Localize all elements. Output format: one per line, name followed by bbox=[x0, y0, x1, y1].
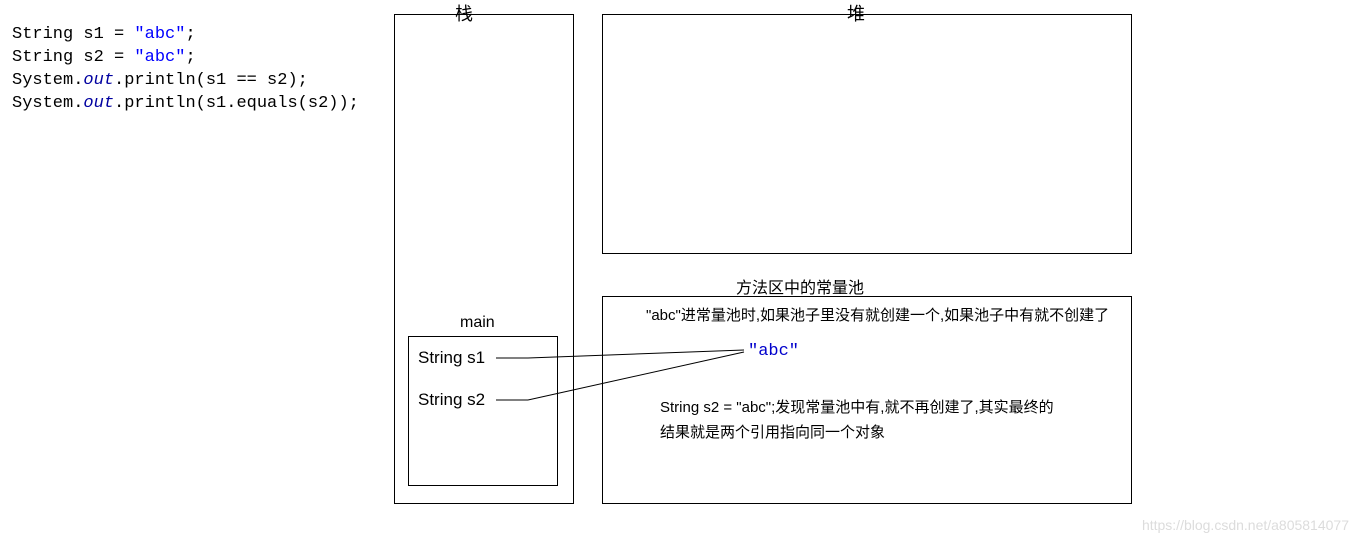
constpool-abc: "abc" bbox=[748, 342, 799, 361]
watermark: https://blog.csdn.net/a805814077 bbox=[1142, 517, 1349, 533]
main-label: main bbox=[460, 314, 495, 332]
code-block: String s1 = "abc"; String s2 = "abc"; Sy… bbox=[12, 24, 359, 116]
code-line-2: String s2 = "abc"; bbox=[12, 48, 196, 67]
heap-box bbox=[602, 14, 1132, 254]
constpool-note-2: String s2 = "abc";发现常量池中有,就不再创建了,其实最终的结果… bbox=[660, 396, 1060, 446]
code-line-4: System.out.println(s1.equals(s2)); bbox=[12, 94, 359, 113]
var-s2: String s2 bbox=[418, 390, 485, 410]
code-line-3: System.out.println(s1 == s2); bbox=[12, 71, 308, 90]
constpool-label: 方法区中的常量池 bbox=[736, 274, 864, 298]
code-line-1: String s1 = "abc"; bbox=[12, 25, 196, 44]
constpool-note-1: "abc"进常量池时,如果池子里没有就创建一个,如果池子中有就不创建了 bbox=[646, 304, 1116, 328]
var-s1: String s1 bbox=[418, 348, 485, 368]
